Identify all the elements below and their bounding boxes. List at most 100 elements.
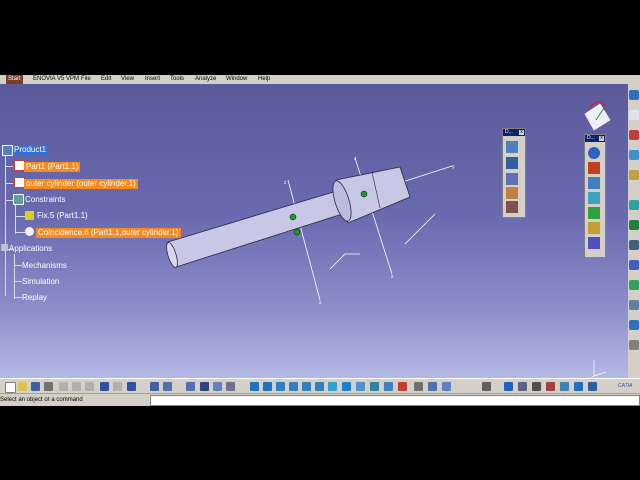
menu-view[interactable]: View	[121, 75, 134, 84]
print-icon[interactable]	[44, 382, 53, 391]
menu-edit[interactable]: Edit	[101, 75, 111, 84]
zoom-out-icon[interactable]	[302, 382, 311, 391]
undo-icon[interactable]	[100, 382, 109, 391]
formula-icon[interactable]	[150, 382, 159, 391]
tool-icon[interactable]	[213, 382, 222, 391]
normal-view-icon[interactable]	[315, 382, 324, 391]
tool-icon[interactable]	[226, 382, 235, 391]
toolbar-button-1[interactable]	[506, 141, 518, 153]
open-icon[interactable]	[18, 382, 27, 391]
tool-icon[interactable]	[186, 382, 195, 391]
tool-icon-4[interactable]	[629, 150, 639, 160]
hide-show-icon[interactable]	[356, 382, 365, 391]
save-icon[interactable]	[31, 382, 40, 391]
coincidence-point[interactable]	[360, 190, 368, 198]
menu-tools[interactable]: Tools	[170, 75, 184, 84]
tool-icon[interactable]	[428, 382, 437, 391]
compass-icon[interactable]	[584, 101, 611, 131]
camera-icon[interactable]	[482, 382, 491, 391]
fit-all-icon[interactable]	[250, 382, 259, 391]
help-icon[interactable]	[127, 382, 136, 391]
tool-icon-8[interactable]	[629, 240, 639, 250]
applications-icon[interactable]	[1, 244, 8, 251]
redo-icon[interactable]	[113, 382, 122, 391]
tool-icon-5[interactable]	[629, 170, 639, 180]
toolbar-button-5[interactable]	[588, 207, 600, 219]
outer-cylinder[interactable]	[329, 166, 411, 224]
toolbar-button-5[interactable]	[506, 201, 518, 213]
toolbar-button-7[interactable]	[588, 237, 600, 249]
tree-node-mechanisms[interactable]: Mechanisms	[22, 261, 67, 271]
product-icon[interactable]	[2, 145, 13, 156]
copy-icon[interactable]	[72, 382, 81, 391]
toolbar-button-1[interactable]	[588, 147, 600, 159]
toolbar-button-3[interactable]	[588, 177, 600, 189]
rotate-icon[interactable]	[276, 382, 285, 391]
menu-start[interactable]: Start	[6, 75, 23, 84]
zoom-in-icon[interactable]	[289, 382, 298, 391]
fix-icon[interactable]	[25, 211, 34, 220]
menu-enovia[interactable]: ENOVIA V5 VPM	[33, 75, 79, 84]
toolbar-button-2[interactable]	[588, 162, 600, 174]
tool-icon[interactable]	[384, 382, 393, 391]
close-icon[interactable]: x	[599, 136, 604, 141]
toolbar-button-4[interactable]	[588, 192, 600, 204]
tool-icon[interactable]	[532, 382, 541, 391]
tool-icon-3[interactable]	[629, 130, 639, 140]
tool-icon-6[interactable]	[629, 200, 639, 210]
swap-space-icon[interactable]	[370, 382, 379, 391]
tool-icon[interactable]	[442, 382, 451, 391]
render-style-icon[interactable]	[342, 382, 351, 391]
power-input-field[interactable]	[150, 395, 640, 406]
paste-icon[interactable]	[85, 382, 94, 391]
tool-icon[interactable]	[504, 382, 513, 391]
tree-node-outer-cylinder[interactable]: outer cylinder (outer cylinder.1)	[24, 179, 138, 189]
close-icon[interactable]: x	[519, 130, 524, 135]
tree-node-applications[interactable]: Applications	[9, 244, 52, 254]
floating-toolbar-dmu[interactable]: D... x	[502, 128, 526, 218]
tree-node-simulation[interactable]: Simulation	[22, 277, 59, 287]
views-icon[interactable]	[328, 382, 337, 391]
menu-file[interactable]: File	[81, 75, 91, 84]
tool-icon-12[interactable]	[629, 320, 639, 330]
tree-node-part1[interactable]: Part1 (Part1.1)	[24, 162, 81, 172]
tool-icon[interactable]	[200, 382, 209, 391]
tool-icon[interactable]	[560, 382, 569, 391]
tool-icon-1[interactable]	[629, 90, 639, 100]
tool-icon-11[interactable]	[629, 300, 639, 310]
anchor-symbol[interactable]	[293, 228, 301, 236]
toolbar-button-6[interactable]	[588, 222, 600, 234]
toolbar-button-4[interactable]	[506, 187, 518, 199]
tree-node-product1[interactable]: Product1	[13, 145, 48, 155]
tool-icon[interactable]	[414, 382, 423, 391]
new-icon[interactable]	[5, 382, 16, 393]
3d-viewport[interactable]: z z y x x Product1 Part1 (Part1.1) outer…	[0, 84, 628, 378]
pan-icon[interactable]	[263, 382, 272, 391]
tree-node-replay[interactable]: Replay	[22, 293, 47, 303]
tool-icon[interactable]	[398, 382, 407, 391]
tree-node-constraints[interactable]: Constraints	[25, 195, 65, 205]
tool-icon[interactable]	[518, 382, 527, 391]
menu-analyze[interactable]: Analyze	[195, 75, 216, 84]
toolbar-button-2[interactable]	[506, 157, 518, 169]
tree-node-fix[interactable]: Fix.5 (Part1.1)	[37, 211, 88, 221]
toolbar-button-3[interactable]	[506, 173, 518, 185]
tool-icon-2[interactable]	[629, 110, 639, 120]
fix-constraint-symbol[interactable]	[289, 213, 297, 221]
tool-icon[interactable]	[574, 382, 583, 391]
tool-icon[interactable]	[588, 382, 597, 391]
tool-icon-7[interactable]	[629, 220, 639, 230]
cut-icon[interactable]	[59, 382, 68, 391]
tool-icon-13[interactable]	[629, 340, 639, 350]
coincidence-icon[interactable]	[25, 227, 34, 236]
menu-window[interactable]: Window	[226, 75, 247, 84]
tree-node-coincidence[interactable]: Coincidence.6 (Part1.1,outer cylinder.1)	[36, 228, 181, 238]
menu-insert[interactable]: Insert	[145, 75, 160, 84]
floating-toolbar-kinematics[interactable]: D... x	[584, 134, 606, 258]
tool-icon[interactable]	[546, 382, 555, 391]
comment-icon[interactable]	[163, 382, 172, 391]
tool-icon-9[interactable]	[629, 260, 639, 270]
tool-icon-10[interactable]	[629, 280, 639, 290]
menu-help[interactable]: Help	[258, 75, 270, 84]
constraints-icon[interactable]	[13, 194, 24, 205]
